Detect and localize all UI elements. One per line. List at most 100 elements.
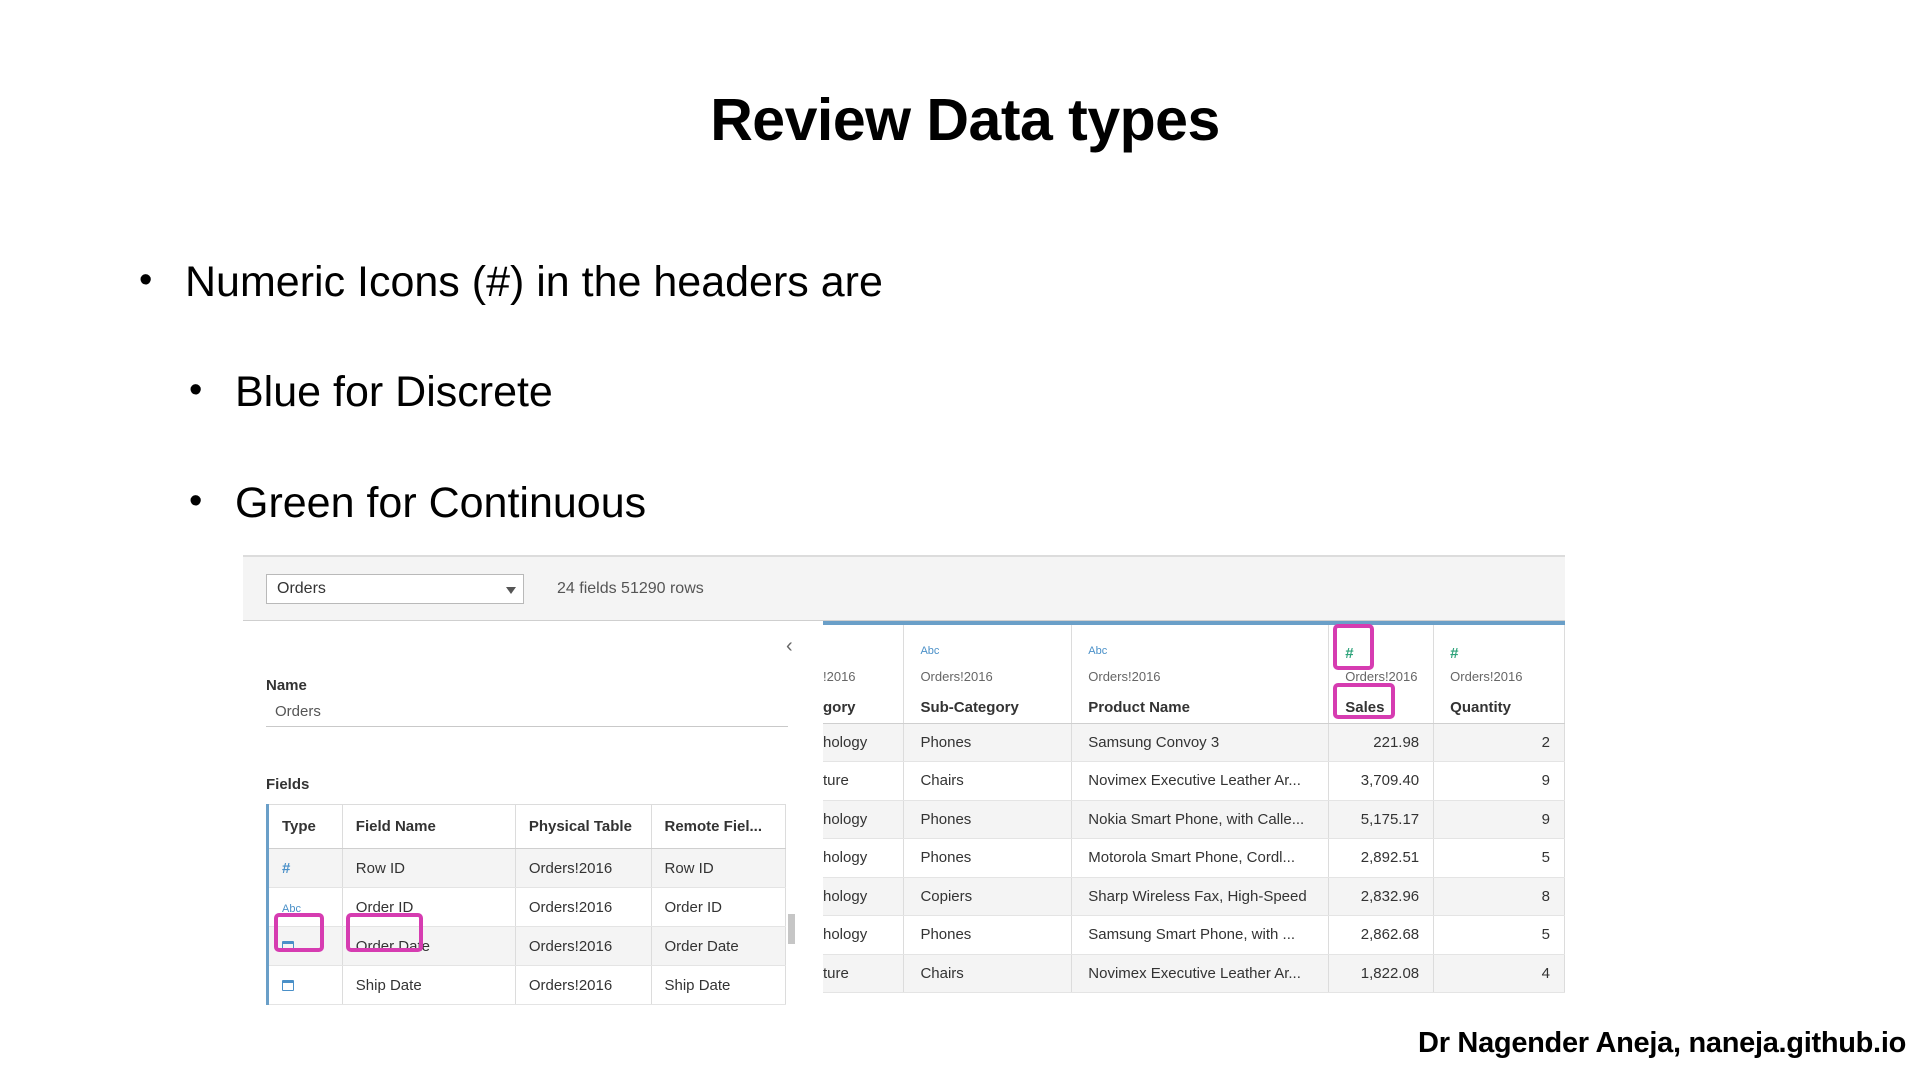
remote-field-cell: Order ID	[651, 887, 786, 927]
fields-label: Fields	[266, 776, 310, 793]
table-row[interactable]: hology Phones Samsung Convoy 3 221.98 2	[823, 723, 1565, 762]
physical-table-cell: Orders!2016	[515, 887, 652, 927]
grid-cell: Sharp Wireless Fax, High-Speed	[1071, 877, 1330, 916]
bullet-dot-icon: •	[189, 369, 203, 411]
grid-cell: hology	[823, 723, 905, 762]
column-source: Orders!2016	[1450, 669, 1523, 684]
table-row[interactable]: hology Phones Motorola Smart Phone, Cord…	[823, 838, 1565, 878]
bullet-text: Numeric Icons (#) in the headers are	[185, 258, 883, 306]
column-header-type[interactable]: Type	[267, 804, 343, 849]
column-header-remote-field[interactable]: Remote Fiel...	[651, 804, 786, 849]
scrollbar-thumb[interactable]	[788, 914, 795, 944]
grid-cell: ture	[823, 954, 905, 993]
highlight-box-row-id	[346, 913, 423, 952]
bullet-green-continuous: • Green for Continuous	[189, 479, 647, 527]
column-source: Orders!2016	[1088, 669, 1161, 684]
grid-cell: Samsung Smart Phone, with ...	[1071, 915, 1330, 955]
datasource-info: 24 fields 51290 rows	[557, 580, 704, 597]
grid-cell: Phones	[903, 838, 1073, 878]
physical-table-cell: Orders!2016	[515, 926, 652, 966]
grid-column-category[interactable]: !2016 gory	[823, 623, 905, 724]
grid-cell: Chairs	[903, 954, 1073, 993]
bullet-dot-icon: •	[189, 480, 203, 522]
grid-cell: hology	[823, 838, 905, 878]
grid-cell: 2	[1433, 723, 1565, 762]
data-grid: !2016 gory Abc Orders!2016 Sub-Category …	[823, 621, 1565, 1005]
highlight-box-type-icon	[274, 913, 324, 952]
grid-cell: hology	[823, 877, 905, 916]
chevron-down-icon	[506, 587, 516, 594]
column-name: gory	[823, 699, 856, 716]
hash-icon[interactable]: #	[282, 860, 290, 877]
column-name: Sub-Category	[920, 699, 1019, 716]
table-row[interactable]: # Row ID Orders!2016 Row ID	[267, 848, 786, 888]
collapse-chevron-left-icon[interactable]: ‹	[786, 635, 793, 658]
column-header-field-name[interactable]: Field Name	[342, 804, 516, 849]
grid-column-product-name[interactable]: Abc Orders!2016 Product Name	[1071, 623, 1330, 724]
field-name-cell[interactable]: Ship Date	[342, 965, 516, 1005]
column-source: Orders!2016	[920, 669, 993, 684]
table-row[interactable]: ture Chairs Novimex Executive Leather Ar…	[823, 761, 1565, 801]
grid-cell: hology	[823, 915, 905, 955]
grid-cell: Chairs	[903, 761, 1073, 801]
physical-table-cell: Orders!2016	[515, 965, 652, 1005]
grid-cell: ture	[823, 761, 905, 801]
physical-table-cell: Orders!2016	[515, 848, 652, 888]
column-source: Orders!2016	[1345, 669, 1418, 684]
grid-cell: 2,862.68	[1328, 915, 1435, 955]
calendar-icon[interactable]	[282, 980, 294, 992]
grid-cell: 9	[1433, 800, 1565, 839]
grid-column-sub-category[interactable]: Abc Orders!2016 Sub-Category	[903, 623, 1073, 724]
grid-cell: Copiers	[903, 877, 1073, 916]
column-header-physical-table[interactable]: Physical Table	[515, 804, 652, 849]
bullet-dot-icon: •	[139, 259, 153, 301]
table-row[interactable]: Ship Date Orders!2016 Ship Date	[267, 965, 786, 1005]
grid-cell: 5	[1433, 915, 1565, 955]
field-name-cell[interactable]: Row ID	[342, 848, 516, 888]
grid-cell: 221.98	[1328, 723, 1435, 762]
name-field[interactable]: Orders	[266, 699, 788, 727]
name-label: Name	[266, 677, 307, 694]
column-name: Quantity	[1450, 699, 1511, 716]
grid-cell: Phones	[903, 800, 1073, 839]
highlight-box-sales-name	[1333, 683, 1395, 719]
remote-field-cell: Ship Date	[651, 965, 786, 1005]
remote-field-cell: Row ID	[651, 848, 786, 888]
grid-cell: Novimex Executive Leather Ar...	[1071, 761, 1330, 801]
grid-cell: Novimex Executive Leather Ar...	[1071, 954, 1330, 993]
grid-cell: Phones	[903, 915, 1073, 955]
fields-table: Type Field Name Physical Table Remote Fi…	[266, 804, 786, 1005]
grid-column-quantity[interactable]: # Orders!2016 Quantity	[1433, 623, 1565, 724]
grid-cell: 1,822.08	[1328, 954, 1435, 993]
column-source: !2016	[823, 669, 856, 684]
grid-cell: 3,709.40	[1328, 761, 1435, 801]
data-grid-table: !2016 gory Abc Orders!2016 Sub-Category …	[823, 621, 1565, 993]
datasource-dropdown[interactable]: Orders	[266, 574, 524, 604]
grid-cell: hology	[823, 800, 905, 839]
remote-field-cell: Order Date	[651, 926, 786, 966]
hash-icon[interactable]: #	[1450, 645, 1458, 662]
grid-cell: Motorola Smart Phone, Cordl...	[1071, 838, 1330, 878]
table-row[interactable]: ture Chairs Novimex Executive Leather Ar…	[823, 954, 1565, 993]
bullet-text: Green for Continuous	[235, 479, 647, 527]
grid-cell: Phones	[903, 723, 1073, 762]
tableau-screenshot: Orders 24 fields 51290 rows ‹ Name Order…	[243, 555, 1565, 1005]
bullet-numeric-icons: • Numeric Icons (#) in the headers are	[139, 258, 883, 306]
grid-cell: 4	[1433, 954, 1565, 993]
metadata-panel: ‹ Name Orders Fields Type Field Name Phy…	[243, 621, 823, 1005]
grid-cell: 8	[1433, 877, 1565, 916]
footer-credit: Dr Nagender Aneja, naneja.github.io	[1418, 1027, 1906, 1059]
grid-cell: 2,832.96	[1328, 877, 1435, 916]
table-row[interactable]: hology Phones Nokia Smart Phone, with Ca…	[823, 800, 1565, 839]
table-row[interactable]: hology Phones Samsung Smart Phone, with …	[823, 915, 1565, 955]
grid-cell: Samsung Convoy 3	[1071, 723, 1330, 762]
grid-cell: Nokia Smart Phone, with Calle...	[1071, 800, 1330, 839]
bullet-text: Blue for Discrete	[235, 368, 553, 416]
abc-icon: Abc	[1088, 645, 1108, 657]
highlight-box-sales-hash-icon	[1333, 624, 1374, 670]
table-row[interactable]: hology Copiers Sharp Wireless Fax, High-…	[823, 877, 1565, 916]
datasource-selected: Orders	[277, 580, 326, 597]
column-name: Product Name	[1088, 699, 1190, 716]
slide-title: Review Data types	[710, 87, 1220, 153]
grid-cell: 5,175.17	[1328, 800, 1435, 839]
